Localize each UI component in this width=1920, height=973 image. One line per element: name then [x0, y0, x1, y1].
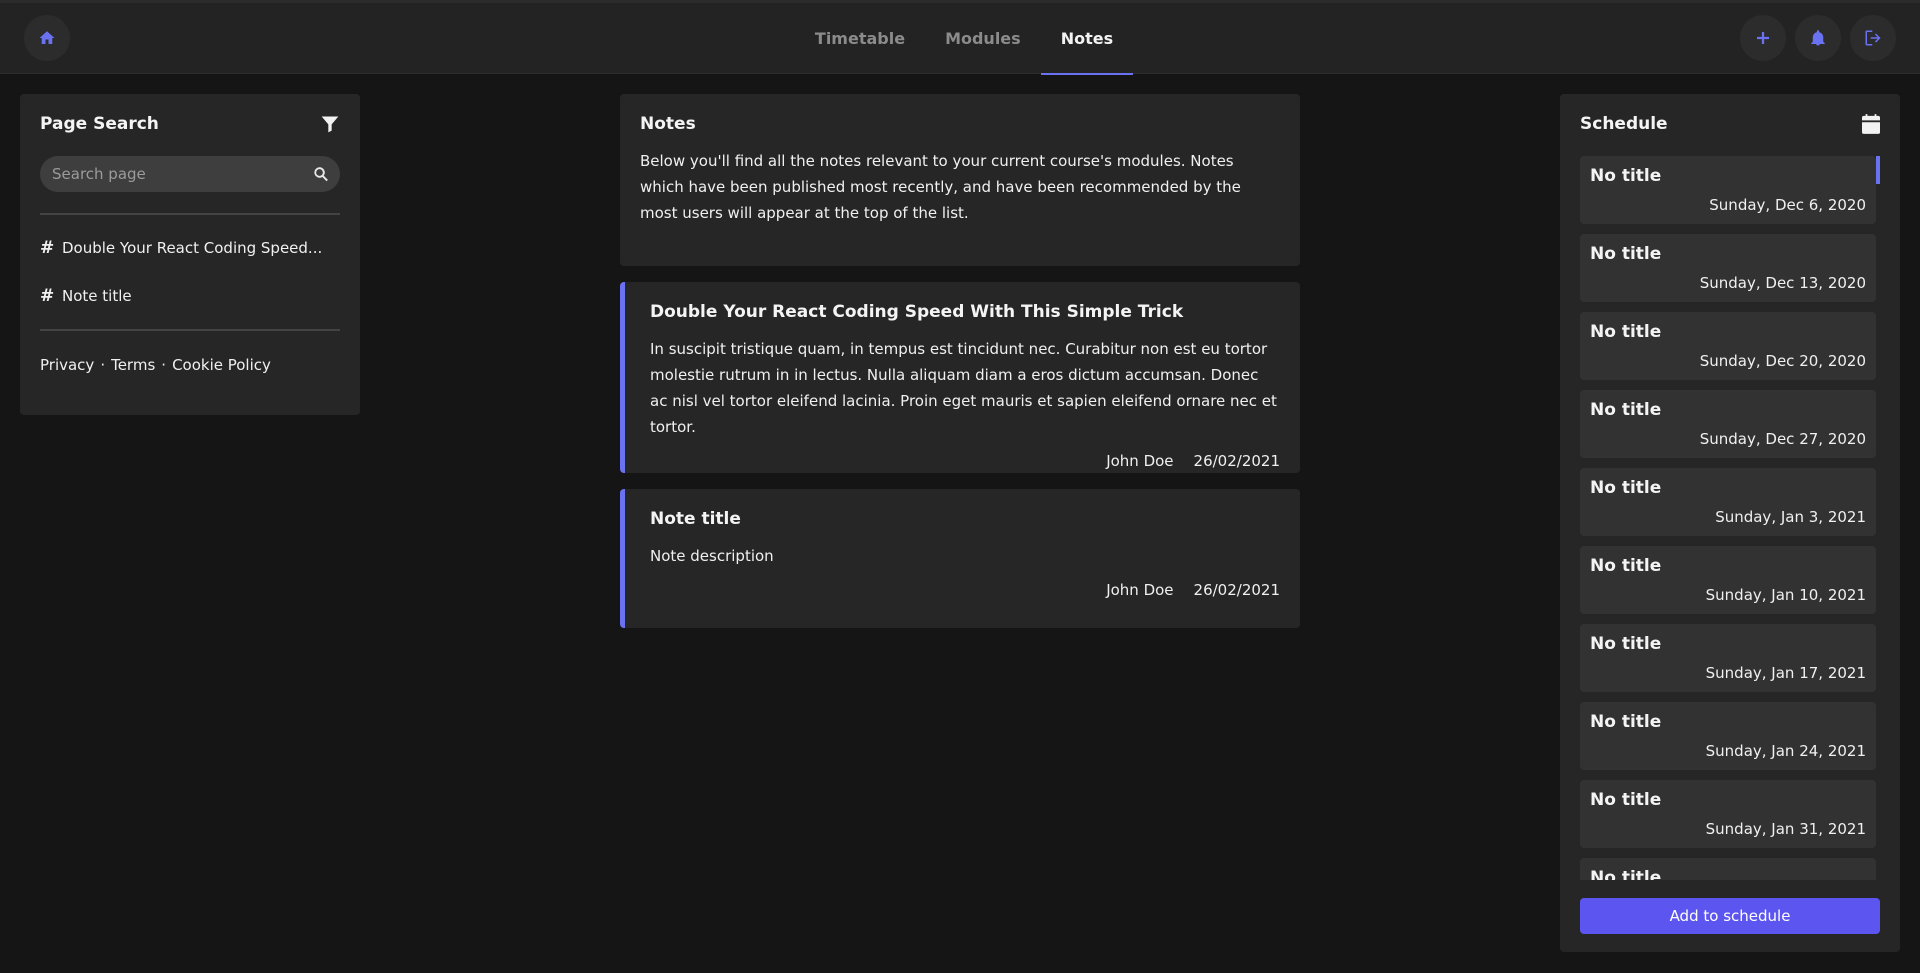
sign-out-button[interactable]	[1850, 15, 1896, 61]
terms-link[interactable]: Terms	[111, 356, 155, 374]
sign-out-icon	[1865, 30, 1881, 46]
schedule-item[interactable]: No title Sunday, Jan 10, 2021	[1580, 546, 1876, 614]
note-meta: John Doe 26/02/2021	[650, 581, 1280, 599]
schedule-title: Schedule	[1580, 114, 1668, 134]
schedule-item-date: Sunday, Dec 27, 2020	[1699, 430, 1866, 448]
note-date: 26/02/2021	[1193, 581, 1280, 599]
schedule-item[interactable]: No title Sunday, Jan 17, 2021	[1580, 624, 1876, 692]
schedule-item-title: No title	[1590, 400, 1662, 420]
schedule-item-title: No title	[1590, 322, 1662, 342]
schedule-item[interactable]: No title Sunday, Dec 20, 2020	[1580, 312, 1876, 380]
footer-links: Privacy · Terms · Cookie Policy	[40, 356, 271, 374]
calendar-icon[interactable]	[1862, 114, 1880, 134]
notes-intro-panel: Notes Below you'll find all the notes re…	[620, 94, 1300, 266]
search-result-item[interactable]: # Note title	[40, 286, 132, 306]
schedule-item-date: Sunday, Jan 3, 2021	[1715, 508, 1866, 526]
home-button[interactable]	[24, 15, 70, 61]
schedule-item-title: No title	[1590, 166, 1662, 186]
schedule-item-title: No title	[1590, 790, 1662, 810]
note-card[interactable]: Note title Note description John Doe 26/…	[620, 489, 1300, 628]
schedule-item-title: No title	[1590, 712, 1662, 732]
schedule-item[interactable]: No title Sunday, Dec 6, 2020	[1580, 156, 1876, 224]
schedule-item-date: Sunday, Dec 13, 2020	[1699, 274, 1866, 292]
bell-icon	[1811, 30, 1825, 46]
note-meta: John Doe 26/02/2021	[650, 452, 1280, 470]
schedule-item[interactable]: No title Sunday, Jan 3, 2021	[1580, 468, 1876, 536]
note-body: In suscipit tristique quam, in tempus es…	[650, 340, 1277, 436]
separator: ·	[100, 356, 106, 374]
notifications-button[interactable]	[1795, 15, 1841, 61]
schedule-item-date: Sunday, Jan 31, 2021	[1705, 820, 1866, 838]
note-date: 26/02/2021	[1193, 452, 1280, 470]
search-input[interactable]	[40, 156, 340, 192]
cookie-policy-link[interactable]: Cookie Policy	[172, 356, 271, 374]
note-author: John Doe	[1106, 452, 1174, 470]
schedule-item-title: No title	[1590, 868, 1662, 880]
schedule-item[interactable]: No title	[1580, 858, 1876, 880]
filter-icon	[321, 116, 339, 133]
plus-icon	[1757, 32, 1769, 44]
page-search-panel: Page Search # Double Your React Coding S…	[20, 94, 360, 415]
add-to-schedule-button[interactable]: Add to schedule	[1580, 898, 1880, 934]
search-result-label: Note title	[62, 287, 132, 305]
hash-icon: #	[40, 286, 55, 306]
note-author: John Doe	[1106, 581, 1174, 599]
schedule-item[interactable]: No title Sunday, Dec 13, 2020	[1580, 234, 1876, 302]
schedule-item-date: Sunday, Jan 17, 2021	[1705, 664, 1866, 682]
privacy-link[interactable]: Privacy	[40, 356, 94, 374]
schedule-item[interactable]: No title Sunday, Jan 31, 2021	[1580, 780, 1876, 848]
filter-button[interactable]	[320, 114, 340, 134]
divider	[40, 329, 340, 331]
note-body: Note description	[650, 547, 774, 565]
schedule-item-date: Sunday, Dec 20, 2020	[1699, 352, 1866, 370]
intro-text: Below you'll find all the notes relevant…	[640, 152, 1241, 222]
page-title: Notes	[640, 114, 696, 134]
tab-timetable[interactable]: Timetable	[795, 3, 925, 74]
schedule-list[interactable]: No title Sunday, Dec 6, 2020 No title Su…	[1580, 156, 1880, 880]
main-tabs: Timetable Modules Notes	[0, 3, 1920, 75]
schedule-item-date: Sunday, Jan 10, 2021	[1705, 586, 1866, 604]
scrollbar[interactable]	[1876, 156, 1880, 184]
schedule-item-date: Sunday, Jan 24, 2021	[1705, 742, 1866, 760]
separator: ·	[161, 356, 167, 374]
tab-modules[interactable]: Modules	[925, 3, 1041, 74]
add-button[interactable]	[1740, 15, 1786, 61]
divider	[40, 213, 340, 215]
top-navigation-bar: Timetable Modules Notes	[0, 0, 1920, 75]
hash-icon: #	[40, 238, 55, 258]
schedule-item-title: No title	[1590, 478, 1662, 498]
schedule-item-title: No title	[1590, 634, 1662, 654]
note-title: Note title	[650, 509, 741, 529]
schedule-item-date: Sunday, Dec 6, 2020	[1709, 196, 1866, 214]
page-search-title: Page Search	[40, 114, 159, 134]
schedule-item[interactable]: No title Sunday, Dec 27, 2020	[1580, 390, 1876, 458]
schedule-item-title: No title	[1590, 556, 1662, 576]
note-card[interactable]: Double Your React Coding Speed With This…	[620, 282, 1300, 473]
schedule-panel: Schedule No title Sunday, Dec 6, 2020 No…	[1560, 94, 1900, 952]
search-icon[interactable]	[312, 165, 330, 183]
tab-notes[interactable]: Notes	[1040, 3, 1134, 75]
note-title: Double Your React Coding Speed With This…	[650, 302, 1184, 322]
search-box	[40, 156, 340, 192]
schedule-item[interactable]: No title Sunday, Jan 24, 2021	[1580, 702, 1876, 770]
search-result-label: Double Your React Coding Speed...	[62, 239, 323, 257]
home-icon	[39, 31, 55, 44]
schedule-item-title: No title	[1590, 244, 1662, 264]
search-result-item[interactable]: # Double Your React Coding Speed...	[40, 238, 322, 258]
